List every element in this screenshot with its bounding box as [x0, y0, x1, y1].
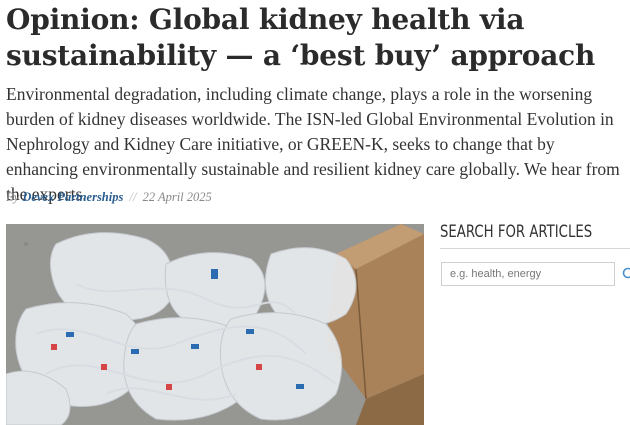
article-title: Opinion: Global kidney health via sustai… — [6, 3, 596, 72]
byline-prefix: By — [6, 190, 20, 204]
author-link[interactable]: Devex Partnerships — [22, 190, 123, 204]
byline: By Devex Partnerships // 22 April 2025 — [6, 190, 212, 205]
byline-separator: // — [129, 190, 137, 204]
article-hero-image — [6, 224, 424, 425]
search-icon[interactable] — [621, 266, 630, 282]
sidebar-divider — [440, 248, 630, 249]
search-input[interactable] — [441, 262, 615, 286]
publish-date: 22 April 2025 — [142, 190, 212, 204]
article-lede: Environmental degradation, including cli… — [6, 84, 620, 204]
search-heading: SEARCH FOR ARTICLES — [440, 222, 593, 242]
